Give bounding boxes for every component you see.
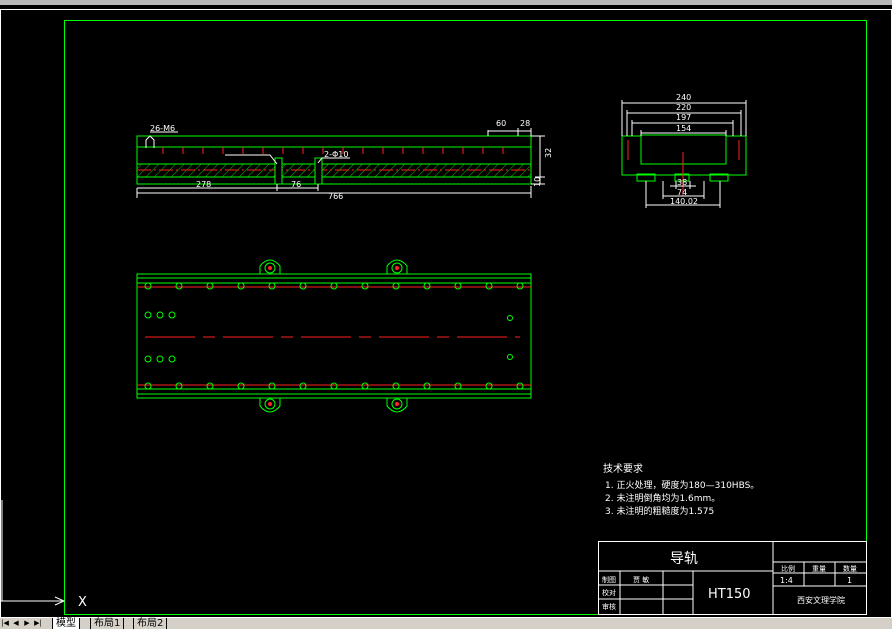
school-name: 西安文理学院: [797, 595, 845, 605]
tech-req-line-3: 3. 未注明的粗糙度为1.575: [605, 505, 714, 517]
dim-278-label: 278: [196, 180, 211, 189]
quantity-value: 1: [847, 576, 852, 585]
first-tab-button[interactable]: |◀: [1, 619, 9, 628]
row-approved-label: 审核: [602, 602, 616, 611]
dim-10-label: 10: [533, 177, 542, 187]
tech-req-line-1: 1. 正火处理，硬度为180—310HBS。: [605, 479, 759, 491]
tab-model[interactable]: 模型: [52, 618, 80, 629]
dim-197-label: 197: [676, 113, 691, 122]
row-drawn-label: 制图: [602, 575, 616, 584]
tab-layout1[interactable]: 布局1: [90, 618, 125, 629]
last-tab-button[interactable]: ▶|: [34, 619, 42, 628]
row-checked-label: 校对: [602, 588, 616, 597]
ucs-icon: [0, 500, 66, 606]
dim-140-label: 140.02: [670, 197, 698, 206]
tab-layout2[interactable]: 布局2: [133, 618, 168, 629]
tech-req-title: 技术要求: [603, 462, 643, 475]
tech-req-line-2: 2. 未注明倒角均为1.6mm。: [605, 492, 720, 504]
dim-thread-label: 26-M6: [150, 124, 175, 133]
dim-60-label: 60: [496, 119, 506, 128]
next-tab-button[interactable]: ▶: [23, 619, 31, 628]
dim-32-label: 32: [544, 148, 553, 158]
dim-240-label: 240: [676, 93, 691, 102]
dim-hole-label: 2-Φ10: [324, 150, 348, 159]
dim-28-label: 28: [520, 119, 530, 128]
hdr-weight: 重量: [812, 565, 826, 573]
dim-76-label: 76: [291, 180, 301, 189]
scale-value: 1:4: [780, 576, 793, 585]
prev-tab-button[interactable]: ◀: [12, 619, 20, 628]
dim-74-label: 74: [677, 188, 687, 197]
drawn-by: 贾 敏: [633, 575, 649, 584]
hdr-qty: 数量: [843, 564, 857, 573]
layout-tab-bar: |◀ ◀ ▶ ▶| 模型 布局1 布局2: [0, 618, 892, 629]
ucs-x-label: X: [78, 595, 87, 610]
dim-38-label: 38: [677, 178, 687, 187]
material-label: HT150: [708, 587, 751, 602]
sheet-outer-frame: [0, 9, 892, 618]
dim-154-label: 154: [676, 124, 691, 133]
dim-220-label: 220: [676, 103, 691, 112]
top-view: [136, 259, 532, 413]
drawing-canvas[interactable]: 26-M6 2-Φ10 60 28 278 76 766 32 10 240 2…: [0, 0, 892, 629]
part-name: 导轨: [670, 551, 698, 567]
dim-766-label: 766: [328, 192, 343, 201]
hdr-scale: 比例: [781, 564, 795, 573]
